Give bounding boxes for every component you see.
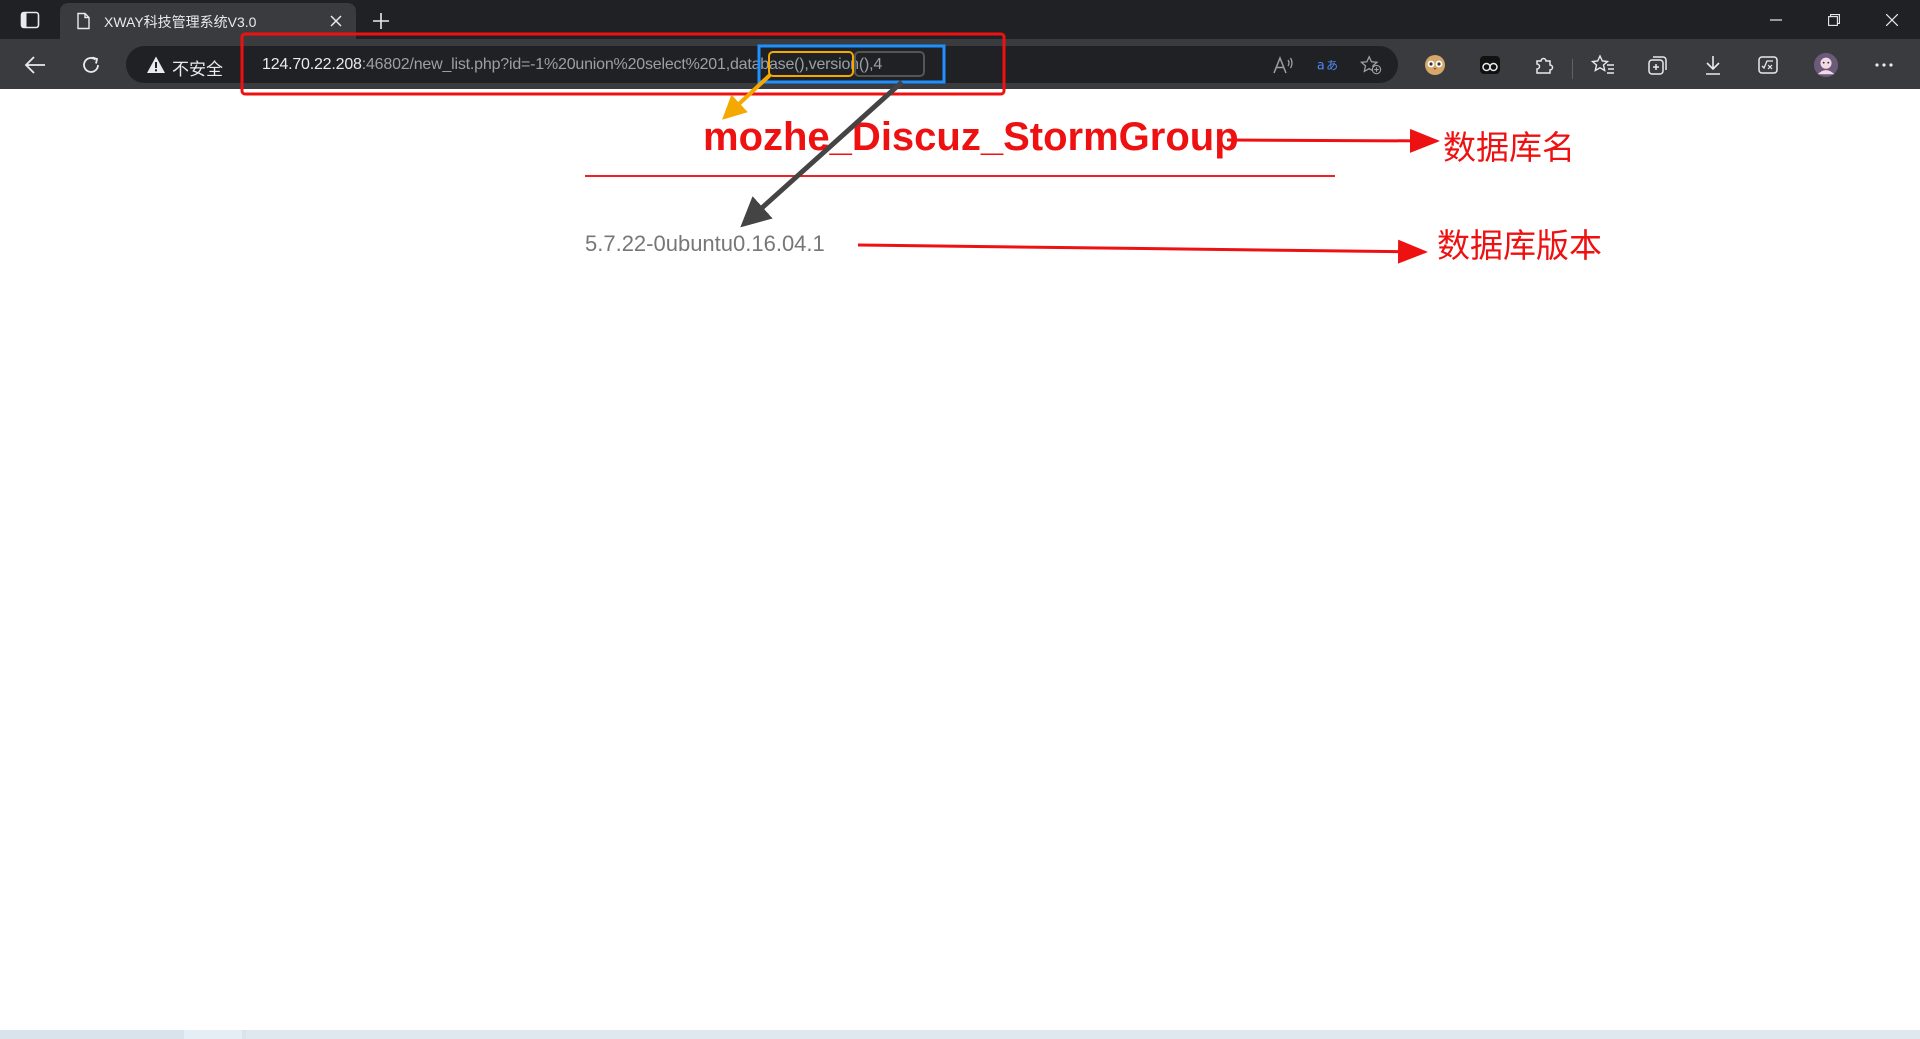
close-icon[interactable]	[326, 11, 346, 31]
read-aloud-icon[interactable]	[1272, 54, 1294, 76]
security-label[interactable]: 不安全	[172, 55, 223, 80]
page-icon	[74, 12, 92, 30]
toolbar-divider	[1572, 59, 1573, 79]
close-window-icon[interactable]	[1864, 0, 1920, 39]
url-host: 124.70.22.208	[262, 56, 362, 73]
taskbar-segment	[184, 1030, 242, 1039]
math-solver-icon[interactable]	[1755, 52, 1781, 78]
taskbar-segment	[246, 1030, 1920, 1039]
minimize-icon[interactable]	[1748, 0, 1804, 39]
extension-eyes-icon[interactable]	[1477, 52, 1503, 78]
collections-icon[interactable]	[1645, 52, 1671, 78]
translate-icon[interactable]: a あ	[1316, 54, 1338, 76]
browser-toolbar: 不安全 124.70.22.208:46802/new_list.php?id=…	[0, 39, 1920, 89]
svg-text:あ: あ	[1326, 59, 1338, 73]
url-text[interactable]: 124.70.22.208:46802/new_list.php?id=-1%2…	[262, 56, 882, 74]
tab-title: XWAY科技管理系统V3.0	[104, 14, 257, 30]
database-name: mozhe_Discuz_StormGroup	[703, 115, 1239, 159]
favorites-icon[interactable]	[1590, 52, 1616, 78]
content-divider	[585, 175, 1335, 177]
url-path: :46802/new_list.php?id=-1%20union%20sele…	[361, 56, 883, 73]
svg-text:a: a	[1317, 59, 1325, 74]
active-tab[interactable]: XWAY科技管理系统V3.0	[60, 3, 356, 39]
taskbar-strip	[0, 1030, 1920, 1039]
maximize-icon[interactable]	[1806, 0, 1862, 39]
back-arrow-icon[interactable]	[20, 50, 50, 80]
profile-avatar-icon[interactable]	[1813, 52, 1839, 78]
browser-titlebar: XWAY科技管理系统V3.0	[0, 0, 1920, 39]
extension-owl-icon[interactable]	[1422, 52, 1448, 78]
warning-icon[interactable]	[146, 55, 166, 75]
download-icon[interactable]	[1700, 52, 1726, 78]
page-content: mozhe_Discuz_StormGroup 5.7.22-0ubuntu0.…	[0, 89, 1920, 1030]
refresh-icon[interactable]	[76, 50, 106, 80]
add-favorite-icon[interactable]	[1360, 54, 1382, 76]
annotation-database-name-label: 数据库名	[1443, 128, 1575, 167]
more-icon[interactable]	[1871, 52, 1897, 78]
database-version: 5.7.22-0ubuntu0.16.04.1	[585, 231, 825, 256]
annotation-database-version-label: 数据库版本	[1437, 226, 1602, 265]
tab-actions-icon[interactable]	[14, 8, 46, 32]
address-bar[interactable]: 不安全 124.70.22.208:46802/new_list.php?id=…	[126, 46, 1398, 83]
extensions-puzzle-icon[interactable]	[1531, 52, 1557, 78]
plus-icon[interactable]	[368, 8, 394, 34]
